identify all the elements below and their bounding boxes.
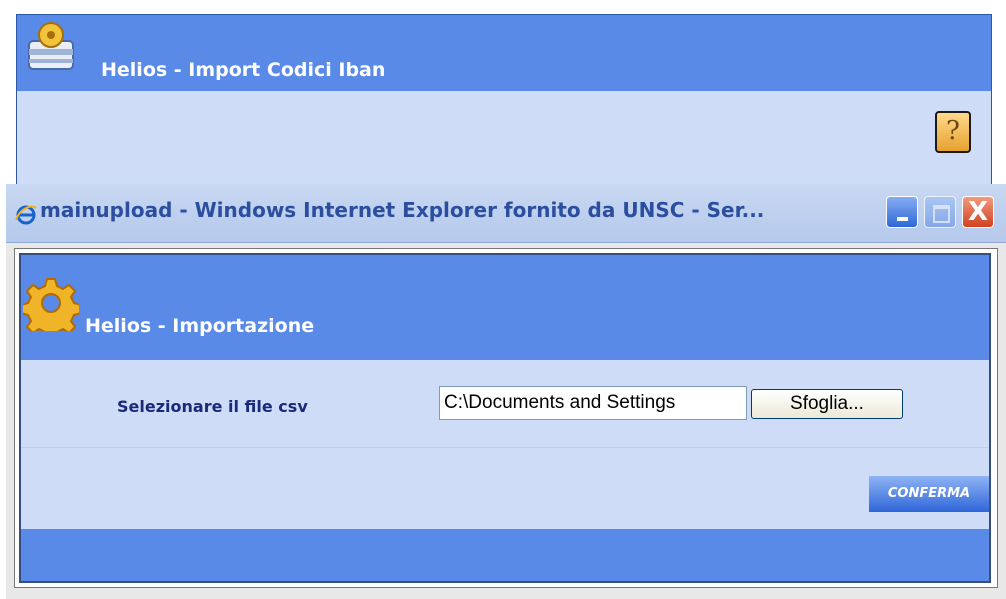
- file-label: Selezionare il file csv: [117, 397, 308, 416]
- browse-button[interactable]: Sfoglia...: [751, 389, 903, 419]
- background-app: Helios - Import Codici Iban ?: [16, 14, 992, 191]
- helios-package-icon: [28, 22, 74, 70]
- minimize-button[interactable]: [886, 196, 918, 228]
- help-button[interactable]: ?: [935, 111, 971, 153]
- confirm-button[interactable]: CONFERMA: [869, 476, 989, 512]
- ie-titlebar[interactable]: mainupload - Windows Internet Explorer f…: [6, 184, 1006, 243]
- close-button[interactable]: X: [962, 196, 994, 228]
- ie-client-area: Helios - Importazione Selezionare il fil…: [14, 248, 998, 588]
- gear-icon: [23, 278, 79, 331]
- maximize-button[interactable]: [924, 196, 956, 228]
- ie-window-title: mainupload - Windows Internet Explorer f…: [40, 198, 765, 222]
- app-footer: [21, 529, 989, 581]
- background-title: Helios - Import Codici Iban: [101, 59, 386, 81]
- ie-logo-icon: [15, 205, 37, 225]
- file-selection-row: Selezionare il file csv C:\Documents and…: [21, 361, 989, 448]
- close-icon: X: [967, 197, 989, 227]
- file-path-input[interactable]: C:\Documents and Settings: [439, 386, 747, 420]
- app-header: Helios - Importazione: [21, 255, 989, 360]
- import-app: Helios - Importazione Selezionare il fil…: [19, 253, 991, 583]
- background-header: Helios - Import Codici Iban: [17, 15, 991, 91]
- app-title: Helios - Importazione: [85, 315, 315, 337]
- action-row: CONFERMA: [21, 448, 989, 528]
- help-icon: ?: [946, 116, 960, 146]
- ie-popup-window: mainupload - Windows Internet Explorer f…: [6, 184, 1006, 599]
